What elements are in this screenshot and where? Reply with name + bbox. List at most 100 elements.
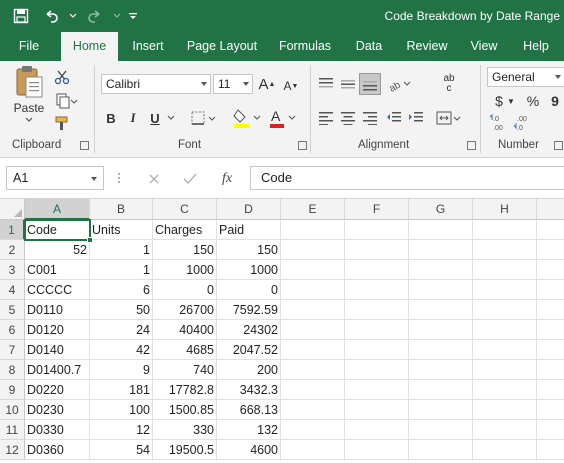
cell-c3[interactable]: 1000 [153,260,217,280]
empty-cell[interactable] [281,400,345,420]
row-header[interactable]: 6 [0,320,25,340]
empty-cell[interactable] [409,280,473,300]
row-header[interactable]: 10 [0,400,25,420]
font-dialog-launcher-icon[interactable] [298,141,307,150]
tab-view[interactable]: View [462,32,506,61]
column-header-b[interactable]: B [90,199,153,220]
empty-cell[interactable] [409,400,473,420]
empty-cell[interactable] [409,260,473,280]
empty-cell[interactable] [345,280,409,300]
column-header-partial[interactable] [537,199,564,220]
cell-d7[interactable]: 2047.52 [217,340,281,360]
bottom-align-icon[interactable] [359,73,381,95]
format-painter-icon[interactable] [52,113,72,133]
cell-a1[interactable]: Code [25,220,90,240]
comma-style-button[interactable]: 9 [548,91,562,111]
decrease-decimal-icon[interactable]: .00.0 [512,113,534,133]
top-align-icon[interactable] [316,75,336,93]
cell-b3[interactable]: 1 [90,260,153,280]
grow-font-button[interactable]: A ▲ [258,74,276,94]
empty-cell[interactable] [345,260,409,280]
cell-a9[interactable]: D0220 [25,380,90,400]
cell-b12[interactable]: 54 [90,440,153,460]
empty-cell[interactable] [281,360,345,380]
empty-cell[interactable] [537,440,564,460]
cell-c5[interactable]: 26700 [153,300,217,320]
merge-center-icon[interactable] [434,107,464,129]
empty-cell[interactable] [409,300,473,320]
bold-button[interactable]: B [102,107,120,129]
empty-cell[interactable] [537,260,564,280]
empty-cell[interactable] [473,340,537,360]
cell-a8[interactable]: D01400.7 [25,360,90,380]
tab-insert[interactable]: Insert [125,32,171,61]
select-all-button[interactable] [0,199,25,220]
empty-cell[interactable] [281,300,345,320]
empty-cell[interactable] [473,380,537,400]
empty-cell[interactable] [345,220,409,240]
cell-a11[interactable]: D0330 [25,420,90,440]
empty-cell[interactable] [281,340,345,360]
cell-d12[interactable]: 4600 [217,440,281,460]
decrease-indent-icon[interactable] [384,109,404,127]
cell-b2[interactable]: 1 [90,240,153,260]
cell-b6[interactable]: 24 [90,320,153,340]
empty-cell[interactable] [345,300,409,320]
cell-c10[interactable]: 1500.85 [153,400,217,420]
empty-cell[interactable] [409,340,473,360]
redo-icon[interactable] [82,4,108,28]
column-header-f[interactable]: F [345,199,409,220]
middle-align-icon[interactable] [338,75,358,93]
cell-c7[interactable]: 4685 [153,340,217,360]
empty-cell[interactable] [473,240,537,260]
empty-cell[interactable] [537,220,564,240]
cell-a12[interactable]: D0360 [25,440,90,460]
tab-review[interactable]: Review [400,32,454,61]
cell-b7[interactable]: 42 [90,340,153,360]
empty-cell[interactable] [409,360,473,380]
cell-b4[interactable]: 6 [90,280,153,300]
name-box[interactable]: A1 [6,166,104,190]
cancel-icon[interactable] [144,170,164,188]
empty-cell[interactable] [409,420,473,440]
empty-cell[interactable] [409,240,473,260]
empty-cell[interactable] [409,380,473,400]
empty-cell[interactable] [345,240,409,260]
row-header[interactable]: 3 [0,260,25,280]
cell-d2[interactable]: 150 [217,240,281,260]
undo-icon[interactable] [38,4,64,28]
empty-cell[interactable] [537,280,564,300]
orientation-icon[interactable]: ab [386,73,416,95]
empty-cell[interactable] [345,420,409,440]
row-header[interactable]: 2 [0,240,25,260]
insert-function-button[interactable]: fx [216,169,238,189]
empty-cell[interactable] [345,440,409,460]
column-header-a[interactable]: A [25,199,90,220]
empty-cell[interactable] [281,240,345,260]
empty-cell[interactable] [473,360,537,380]
cell-b5[interactable]: 50 [90,300,153,320]
cell-c1[interactable]: Charges [153,220,217,240]
borders-button[interactable] [188,107,220,129]
empty-cell[interactable] [281,440,345,460]
empty-cell[interactable] [473,420,537,440]
fill-handle[interactable] [87,237,93,243]
align-left-icon[interactable] [316,109,336,127]
cell-d3[interactable]: 1000 [217,260,281,280]
row-header[interactable]: 4 [0,280,25,300]
enter-icon[interactable] [180,170,200,188]
cell-c12[interactable]: 19500.5 [153,440,217,460]
clipboard-dialog-launcher-icon[interactable] [80,141,89,150]
empty-cell[interactable] [409,220,473,240]
tab-page-layout[interactable]: Page Layout [182,32,262,61]
cell-c9[interactable]: 17782.8 [153,380,217,400]
column-header-e[interactable]: E [281,199,345,220]
cell-a10[interactable]: D0230 [25,400,90,420]
percent-style-button[interactable]: % [524,91,542,111]
font-size-select[interactable]: 11 [213,74,253,94]
redo-dropdown-icon[interactable] [112,4,122,28]
empty-cell[interactable] [473,400,537,420]
empty-cell[interactable] [345,380,409,400]
empty-cell[interactable] [473,280,537,300]
tab-data[interactable]: Data [346,32,392,61]
